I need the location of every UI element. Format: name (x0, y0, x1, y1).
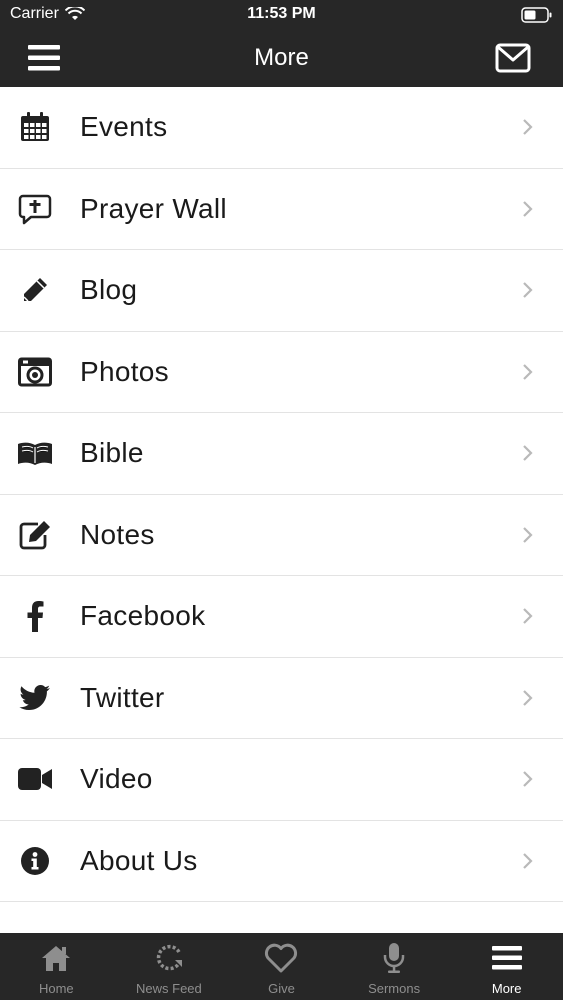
menu-item-about-us[interactable]: About Us (0, 821, 563, 902)
menu-item-events[interactable]: Events (0, 87, 563, 169)
tab-news-feed[interactable]: News Feed (113, 933, 226, 1000)
tab-label: Home (38, 981, 74, 996)
more-menu-icon (490, 941, 524, 975)
menu-item-label: Prayer Wall (80, 192, 227, 224)
chevron-right-icon (523, 852, 533, 869)
chevron-right-icon (523, 771, 533, 788)
camera-icon (16, 353, 54, 391)
tab-sermons[interactable]: Sermons (338, 933, 451, 1000)
chevron-right-icon (523, 526, 533, 543)
chevron-right-icon (523, 445, 533, 462)
menu-item-video[interactable]: Video (0, 739, 563, 821)
facebook-icon (16, 597, 54, 635)
menu-item-notes[interactable]: Notes (0, 495, 563, 576)
twitter-icon (16, 679, 54, 717)
prayer-bubble-icon (16, 190, 54, 228)
tab-label: Sermons (368, 981, 421, 996)
menu-item-prayer-wall[interactable]: Prayer Wall (0, 169, 563, 250)
menu-item-blog[interactable]: Blog (0, 250, 563, 332)
home-icon (39, 941, 73, 975)
chevron-right-icon (523, 119, 533, 136)
bottom-tab-bar: Home News Feed Give Sermons More (0, 933, 563, 1000)
chevron-right-icon (523, 200, 533, 217)
pencil-icon (16, 271, 54, 309)
more-menu-list: Events Prayer Wall Blog Photos Bible Not… (0, 87, 563, 902)
menu-item-photos[interactable]: Photos (0, 332, 563, 413)
open-book-icon (16, 434, 54, 472)
menu-item-label: Facebook (80, 600, 206, 632)
microphone-icon (377, 941, 411, 975)
menu-item-label: Events (80, 111, 168, 143)
chevron-right-icon (523, 689, 533, 706)
menu-item-label: Bible (80, 437, 144, 469)
menu-item-bible[interactable]: Bible (0, 413, 563, 495)
mail-button[interactable] (495, 43, 531, 73)
menu-item-label: Twitter (80, 681, 165, 713)
chevron-right-icon (523, 608, 533, 625)
tab-home[interactable]: Home (0, 933, 113, 1000)
menu-item-label: Blog (80, 274, 138, 306)
menu-item-twitter[interactable]: Twitter (0, 658, 563, 739)
heart-icon (264, 941, 298, 975)
chevron-right-icon (523, 363, 533, 380)
page-title: More (254, 44, 309, 71)
tab-label: Give (268, 981, 295, 996)
menu-item-label: Video (80, 763, 153, 795)
refresh-icon (152, 941, 186, 975)
chevron-right-icon (523, 282, 533, 299)
status-time: 11:53 PM (247, 5, 316, 22)
info-icon (16, 842, 54, 880)
tab-more[interactable]: More (450, 933, 563, 1000)
tab-give[interactable]: Give (225, 933, 338, 1000)
tab-label: News Feed (136, 981, 202, 996)
status-bar: Carrier 11:53 PM (0, 0, 563, 30)
tab-label: More (491, 981, 522, 996)
menu-item-label: About Us (80, 844, 198, 876)
mail-envelope-icon (495, 43, 531, 73)
menu-item-label: Photos (80, 355, 169, 387)
video-camera-icon (16, 760, 54, 798)
menu-item-label: Notes (80, 518, 155, 550)
calendar-icon (16, 108, 54, 146)
navigation-bar: More (0, 30, 563, 87)
battery-icon (521, 7, 552, 23)
menu-item-facebook[interactable]: Facebook (0, 576, 563, 658)
edit-note-icon (16, 516, 54, 554)
